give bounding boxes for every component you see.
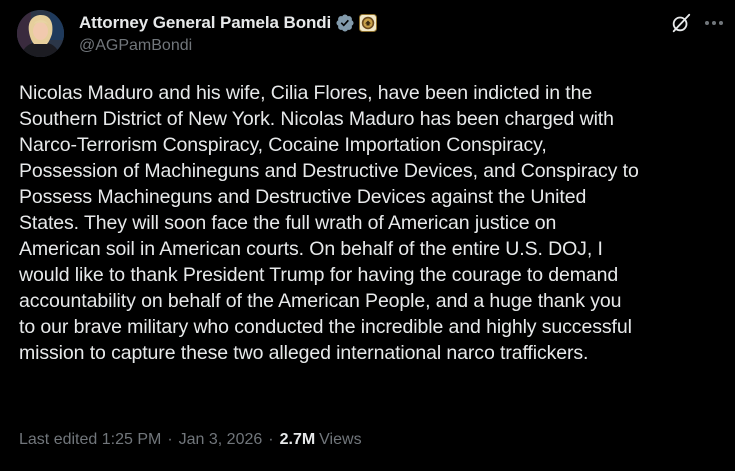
post-date-link[interactable]: Jan 3, 2026: [179, 431, 263, 449]
post-text-line: accountability on behalf of the American…: [19, 290, 622, 312]
post-text-line: to our brave military who conducted the …: [19, 316, 632, 338]
more-icon[interactable]: [702, 13, 726, 33]
doj-seal-icon[interactable]: [359, 14, 378, 32]
post-meta: Last edited 1:25 PM · Jan 3, 2026 · 2.7M…: [19, 431, 362, 449]
author-name-row: Attorney General Pamela Bondi: [79, 10, 378, 36]
post-text: Nicolas Maduro and his wife, Cilia Flore…: [19, 80, 724, 366]
verified-badge-icon[interactable]: [335, 13, 355, 33]
post-text-line: Nicolas Maduro and his wife, Cilia Flore…: [19, 82, 593, 104]
edited-timestamp-link[interactable]: Last edited 1:25 PM: [19, 431, 161, 449]
post-text-line: Possession of Machineguns and Destructiv…: [19, 160, 639, 182]
grok-icon[interactable]: [670, 12, 692, 34]
author-handle[interactable]: @AGPamBondi: [79, 37, 192, 55]
post-text-line: States. They will soon face the full wra…: [19, 212, 557, 234]
post-text-line: Possess Machineguns and Destructive Devi…: [19, 186, 587, 208]
views-count[interactable]: 2.7M: [280, 431, 316, 449]
avatar[interactable]: [17, 10, 64, 57]
post-text-line: would like to thank President Trump for …: [19, 264, 619, 286]
views-label: Views: [319, 431, 362, 448]
post: Attorney General Pamela Bondi @AGPamBond…: [0, 0, 735, 471]
display-name[interactable]: Attorney General Pamela Bondi: [79, 13, 331, 33]
meta-separator: ·: [167, 431, 173, 448]
avatar-image: [17, 10, 64, 57]
meta-separator: ·: [268, 431, 274, 448]
post-text-line: Southern District of New York. Nicolas M…: [19, 108, 614, 130]
post-text-line: mission to capture these two alleged int…: [19, 342, 589, 364]
post-text-line: American soil in American courts. On beh…: [19, 238, 603, 260]
post-text-line: Narco-Terrorism Conspiracy, Cocaine Impo…: [19, 134, 547, 156]
